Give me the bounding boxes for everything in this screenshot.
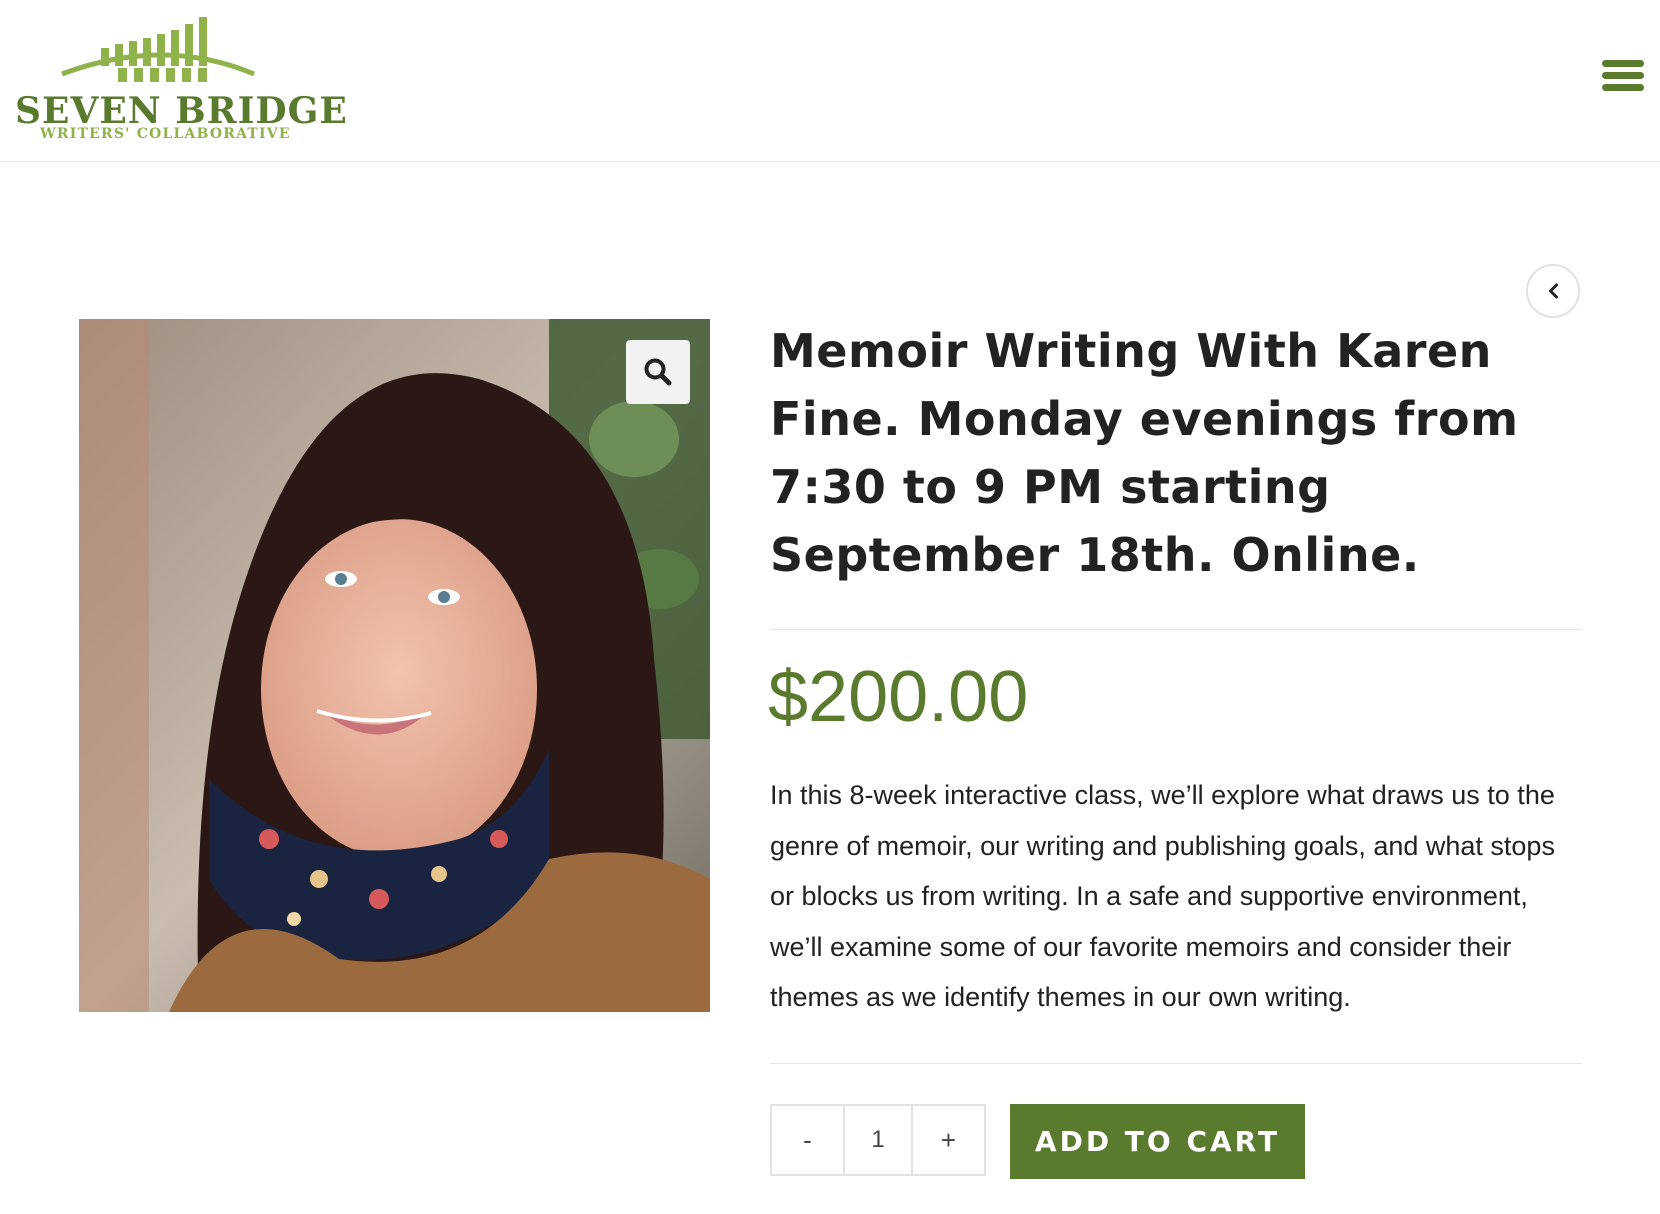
quantity-increment-button[interactable]: + xyxy=(913,1106,984,1174)
menu-bar xyxy=(1602,60,1644,67)
back-button[interactable] xyxy=(1526,264,1580,318)
hamburger-menu-icon[interactable] xyxy=(1602,60,1646,96)
quantity-stepper: - + xyxy=(770,1104,986,1176)
product-price: $200.00 xyxy=(768,657,1029,737)
quantity-decrement-button[interactable]: - xyxy=(772,1106,843,1174)
product-title: Memoir Writing With Karen Fine. Monday e… xyxy=(770,324,1519,582)
menu-bar xyxy=(1602,84,1644,91)
chevron-left-icon xyxy=(1549,283,1558,299)
magnifier-icon xyxy=(644,358,672,386)
add-to-cart-button[interactable]: ADD TO CART xyxy=(1010,1104,1305,1179)
product-image[interactable] xyxy=(79,319,710,1012)
product-description: In this 8-week interactive class, we’ll … xyxy=(770,780,1555,1012)
site-header: SEVEN BRIDGE WRITERS' COLLABORATIVE xyxy=(0,0,1660,162)
divider xyxy=(770,629,1582,630)
divider xyxy=(770,1063,1582,1064)
menu-bar xyxy=(1602,72,1644,79)
quantity-input[interactable] xyxy=(843,1106,913,1174)
site-logo[interactable]: SEVEN BRIDGE WRITERS' COLLABORATIVE xyxy=(14,14,347,144)
zoom-button[interactable] xyxy=(626,340,690,404)
bridge-logo-icon xyxy=(61,17,255,82)
logo-tagline: WRITERS' COLLABORATIVE xyxy=(40,126,291,142)
